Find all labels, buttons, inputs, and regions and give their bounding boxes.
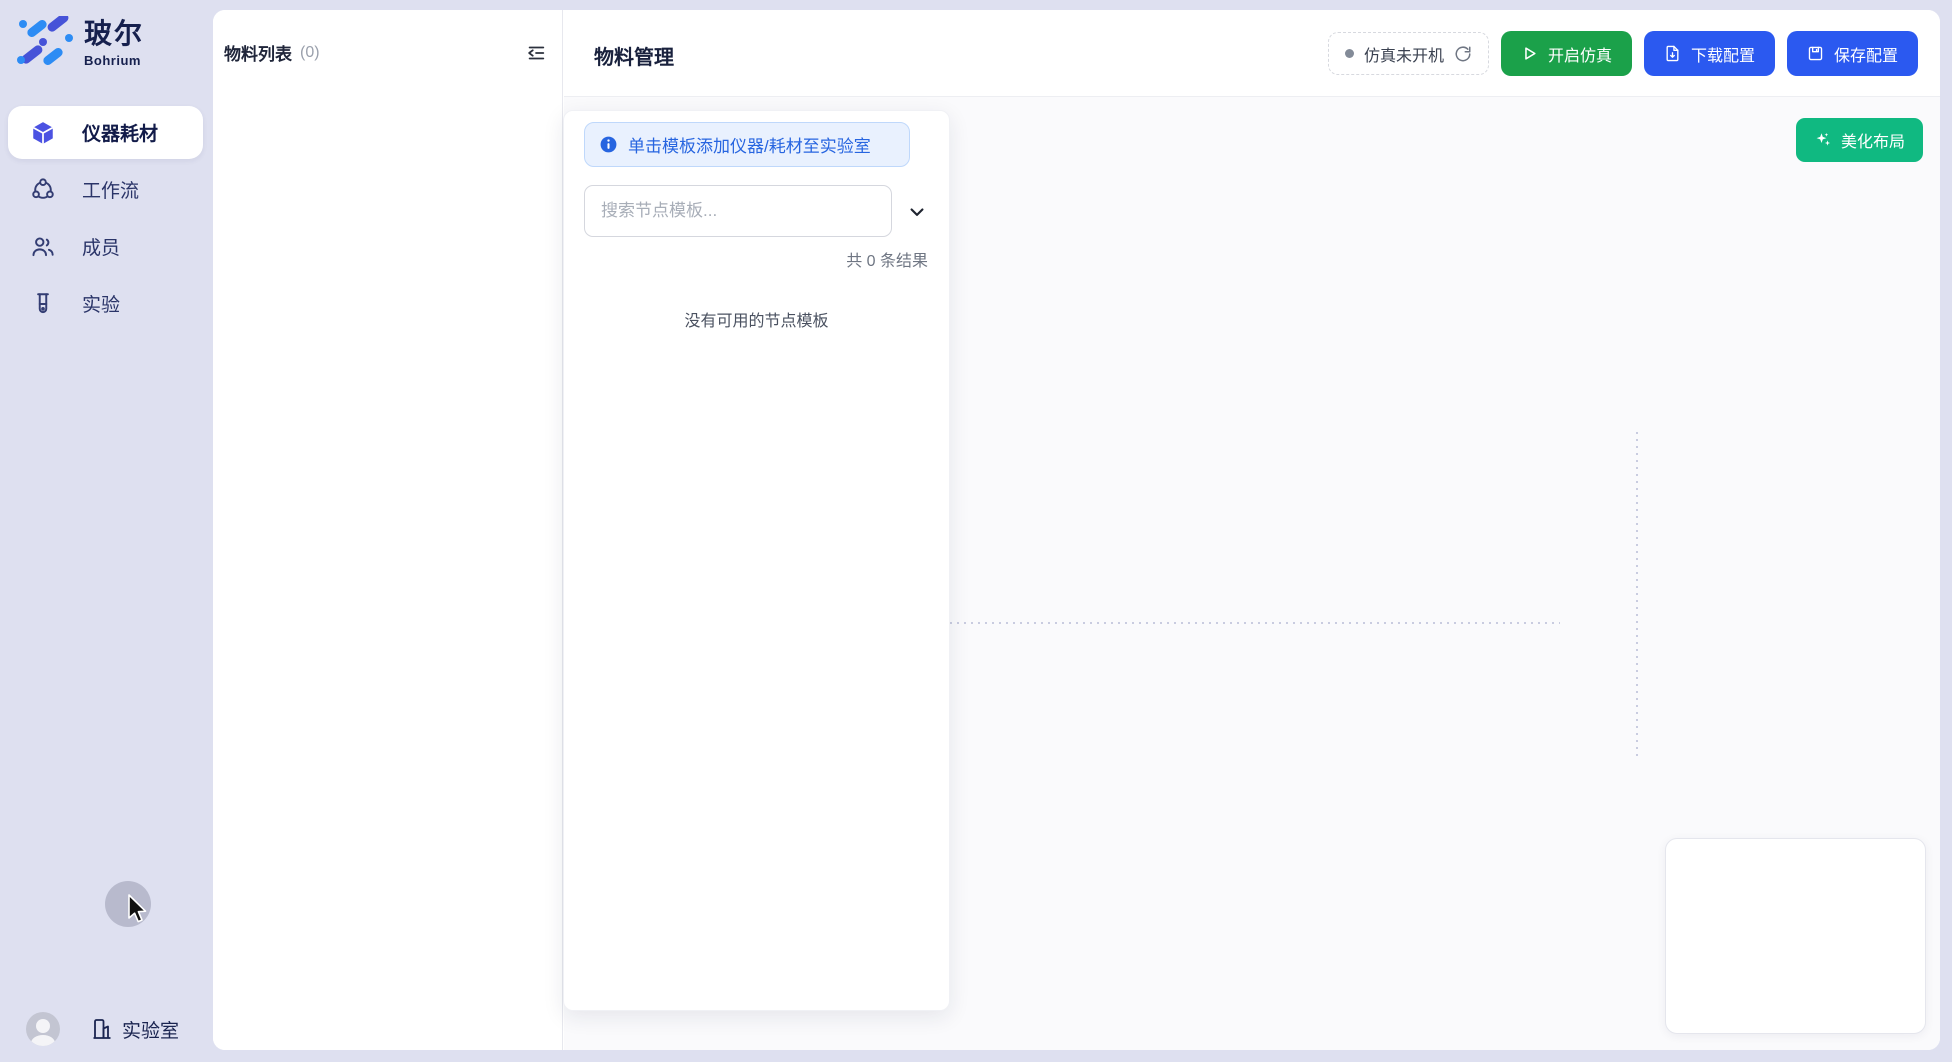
page-title: 物料管理	[594, 41, 674, 70]
materials-count: (0)	[300, 44, 320, 62]
sidebar-item-label: 成员	[82, 233, 120, 260]
simulation-status-pill[interactable]: 仿真未开机	[1328, 32, 1489, 75]
sidebar-item-experiments[interactable]: 实验	[8, 277, 203, 330]
collapse-panel-icon[interactable]	[525, 42, 547, 64]
sidebar-item-label: 实验	[82, 290, 120, 317]
refresh-icon[interactable]	[1454, 45, 1472, 63]
status-dot-icon	[1345, 49, 1354, 58]
search-template-input[interactable]	[584, 185, 892, 237]
minimap-panel[interactable]	[1665, 838, 1926, 1034]
sidebar-item-instruments[interactable]: 仪器耗材	[8, 106, 203, 159]
lab-label: 实验室	[122, 1016, 179, 1043]
beautify-layout-label: 美化布局	[1841, 128, 1905, 152]
sidebar: 玻尔 Bohrium 仪器耗材 工作流	[0, 0, 213, 1062]
main-header: 物料管理 仿真未开机 开启仿真	[564, 10, 1940, 97]
beautify-layout-button[interactable]: 美化布局	[1796, 118, 1923, 162]
empty-state-text: 没有可用的节点模板	[564, 307, 949, 331]
file-download-icon	[1664, 45, 1681, 62]
lab-switcher[interactable]: 实验室	[90, 1016, 179, 1043]
sparkles-icon	[1814, 131, 1832, 149]
cube-icon	[30, 120, 56, 146]
experiment-icon	[30, 291, 56, 317]
result-count: 共 0 条结果	[846, 247, 928, 271]
materials-panel: 物料列表 (0)	[213, 10, 563, 1050]
members-icon	[30, 234, 56, 260]
content-container: 物料列表 (0) 物料管理 仿真未开机	[213, 10, 1940, 1050]
sidebar-nav: 仪器耗材 工作流 成员	[8, 106, 203, 330]
bohrium-logo-icon	[16, 16, 74, 68]
sidebar-footer: 实验室	[26, 1012, 179, 1046]
brand: 玻尔 Bohrium	[16, 16, 144, 68]
user-avatar[interactable]	[26, 1012, 60, 1046]
save-config-label: 保存配置	[1834, 42, 1898, 66]
start-simulation-button[interactable]: 开启仿真	[1501, 31, 1632, 76]
download-config-label: 下载配置	[1691, 42, 1755, 66]
canvas-guide-horizontal	[950, 622, 1560, 624]
node-template-panel: 单击模板添加仪器/耗材至实验室 共 0 条结果 没有可用的节点模板	[563, 110, 950, 1011]
simulation-status-label: 仿真未开机	[1364, 42, 1444, 66]
brand-name-en: Bohrium	[84, 54, 144, 67]
info-icon	[599, 135, 618, 154]
sidebar-item-label: 工作流	[82, 176, 139, 203]
chevron-down-icon[interactable]	[902, 197, 932, 227]
canvas-guide-vertical	[1636, 432, 1638, 757]
brand-name-zh: 玻尔	[84, 20, 144, 48]
sidebar-item-label: 仪器耗材	[82, 119, 158, 146]
save-icon	[1807, 45, 1824, 62]
sidebar-item-members[interactable]: 成员	[8, 220, 203, 273]
save-config-button[interactable]: 保存配置	[1787, 31, 1918, 76]
building-icon	[90, 1017, 114, 1041]
materials-panel-title: 物料列表	[224, 40, 292, 65]
start-simulation-label: 开启仿真	[1548, 42, 1612, 66]
workflow-icon	[30, 177, 56, 203]
info-banner: 单击模板添加仪器/耗材至实验室	[584, 122, 910, 167]
cursor-pointer	[124, 893, 150, 927]
info-banner-text: 单击模板添加仪器/耗材至实验室	[628, 132, 871, 157]
play-icon	[1521, 45, 1538, 62]
download-config-button[interactable]: 下载配置	[1644, 31, 1775, 76]
sidebar-item-workflow[interactable]: 工作流	[8, 163, 203, 216]
